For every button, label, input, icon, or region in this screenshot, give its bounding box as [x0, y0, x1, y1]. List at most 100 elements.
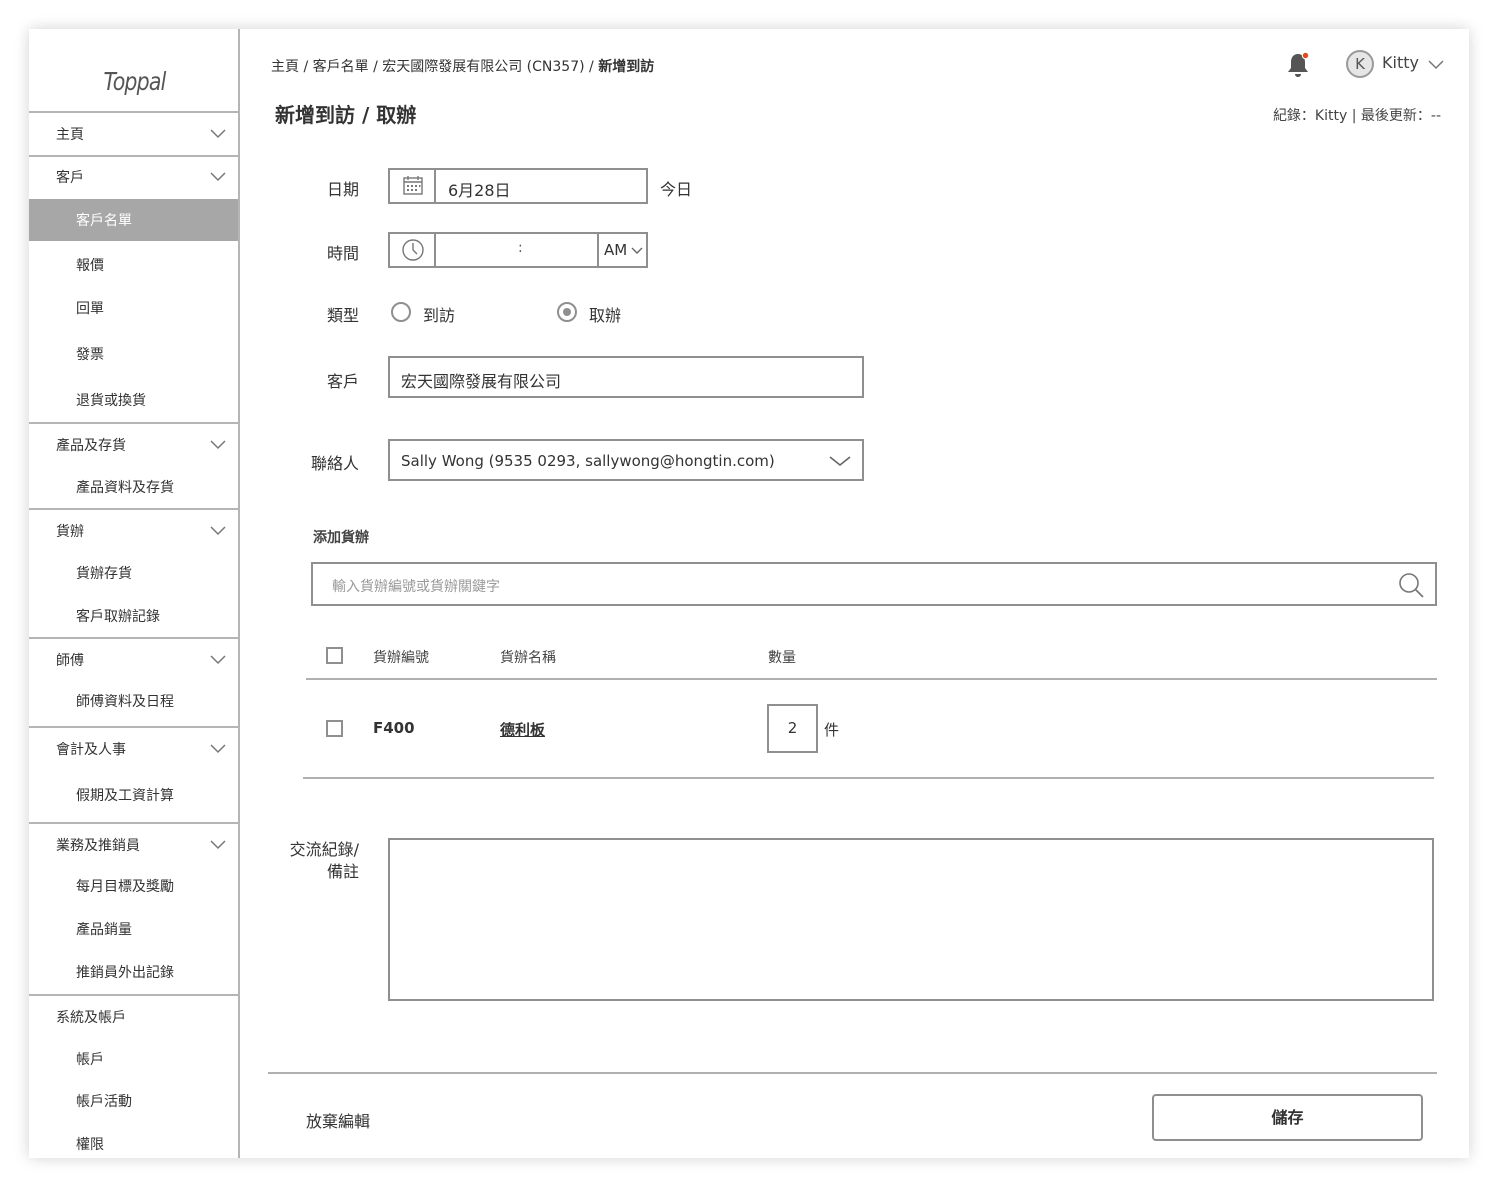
customer-field[interactable]: 宏天國際發展有限公司	[388, 356, 864, 398]
save-button[interactable]: 儲存	[1152, 1094, 1423, 1141]
sidebar-section-products[interactable]: 產品及存貨	[29, 424, 238, 467]
contact-value: Sally Wong (9535 0293, sallywong@hongtin…	[401, 452, 775, 470]
radio-visit[interactable]	[391, 302, 411, 322]
chevron-down-icon[interactable]	[1428, 56, 1444, 72]
sidebar-section-label: 系統及帳戶	[56, 1010, 126, 1026]
sidebar-section-label: 主頁	[56, 127, 84, 143]
clock-icon	[402, 239, 424, 261]
notes-textarea[interactable]	[388, 838, 1434, 1001]
sidebar-section-sales[interactable]: 業務及推銷員	[29, 824, 238, 867]
sidebar-item-label: 產品資料及存貨	[76, 480, 174, 496]
sidebar-section-goods[interactable]: 貨辦	[29, 510, 238, 553]
sidebar-item-customer-list[interactable]: 客戶名單	[29, 199, 238, 241]
sidebar-item-label: 假期及工資計算	[76, 788, 174, 804]
date-field[interactable]: 6月28日	[388, 168, 648, 204]
select-all-checkbox[interactable]	[326, 647, 343, 664]
breadcrumb-path[interactable]: 主頁 / 客戶名單 / 宏天國際發展有限公司 (CN357) /	[271, 59, 598, 75]
sidebar-item-label: 客戶名單	[76, 213, 132, 229]
ampm-select[interactable]: AM	[597, 234, 646, 266]
today-link[interactable]: 今日	[660, 176, 692, 200]
breadcrumb-current: 新增到訪	[598, 59, 655, 75]
quantity-unit: 件	[824, 721, 840, 739]
time-separator: :	[518, 240, 523, 256]
sidebar-item-label: 回單	[76, 301, 104, 317]
sidebar-section-system[interactable]: 系統及帳戶	[29, 996, 238, 1039]
sidebar-item-quotes[interactable]: 報價	[29, 244, 238, 284]
footer-divider	[268, 1072, 1437, 1074]
sidebar-section-label: 貨辦	[56, 524, 84, 540]
customer-value: 宏天國際發展有限公司	[401, 372, 562, 391]
row-product-link[interactable]: 德利板	[500, 719, 545, 740]
chevron-down-icon	[210, 440, 226, 450]
sidebar-item-permissions[interactable]: 權限	[29, 1123, 238, 1158]
sidebar-item-label: 師傅資料及日程	[76, 694, 174, 710]
sidebar-item-label: 帳戶活動	[76, 1094, 132, 1110]
radio-visit-label[interactable]: 到訪	[423, 302, 455, 326]
type-label: 類型	[327, 306, 360, 325]
sidebar-item-product-sales[interactable]: 產品銷量	[29, 908, 238, 948]
sidebar-item-label: 貨辦存貨	[76, 566, 132, 582]
sidebar-section-label: 產品及存貨	[56, 438, 126, 454]
time-field[interactable]: : AM	[388, 232, 648, 268]
sidebar-item-product-stock[interactable]: 產品資料及存貨	[29, 466, 238, 506]
sidebar-section-home[interactable]: 主頁	[29, 113, 238, 156]
sidebar-item-accounts[interactable]: 帳戶	[29, 1038, 238, 1078]
chevron-down-icon	[210, 744, 226, 754]
chevron-down-icon	[210, 655, 226, 665]
main-content: 主頁 / 客戶名單 / 宏天國際發展有限公司 (CN357) / 新增到訪 K …	[240, 29, 1469, 1158]
app-window: Toppal 主頁 客戶 客戶名單 報價 回單 發票 退貨或換貨 產品及存貨 產…	[29, 29, 1469, 1158]
sidebar-item-returns[interactable]: 退貨或換貨	[29, 379, 238, 419]
column-header-code: 貨辦編號	[373, 650, 429, 666]
sidebar-item-monthly-targets[interactable]: 每月目標及獎勵	[29, 865, 238, 905]
sidebar-item-salesman-trips[interactable]: 推銷員外出記錄	[29, 951, 238, 991]
logo: Toppal	[103, 67, 167, 96]
time-icon-cell[interactable]	[390, 234, 436, 266]
sidebar: Toppal 主頁 客戶 客戶名單 報價 回單 發票 退貨或換貨 產品及存貨 產…	[29, 29, 240, 1158]
page-title: 新增到訪 / 取辦	[275, 103, 417, 127]
sidebar-item-label: 客戶取辦記錄	[76, 609, 160, 625]
sidebar-item-label: 產品銷量	[76, 922, 132, 938]
sidebar-item-label: 推銷員外出記錄	[76, 965, 174, 981]
sidebar-item-technician-schedule[interactable]: 師傅資料及日程	[29, 680, 238, 720]
notes-label-line: 備註	[326, 862, 359, 881]
calendar-icon	[403, 176, 423, 195]
table-header-divider	[306, 678, 1437, 680]
sidebar-item-invoices[interactable]: 發票	[29, 333, 238, 373]
quantity-input[interactable]: 2	[767, 704, 818, 753]
record-meta: 紀錄：Kitty | 最後更新：--	[1272, 108, 1441, 124]
notes-label-line: 交流紀錄/	[289, 840, 359, 859]
radio-pickup-label[interactable]: 取辦	[589, 302, 621, 326]
date-value: 6月28日	[448, 181, 511, 200]
discard-button[interactable]: 放棄編輯	[306, 1108, 370, 1132]
notification-bell-icon[interactable]	[1284, 51, 1312, 79]
sidebar-item-label: 退貨或換貨	[76, 393, 146, 409]
sidebar-item-label: 發票	[76, 347, 104, 363]
sidebar-section-label: 客戶	[56, 170, 84, 186]
chevron-down-icon	[210, 129, 226, 139]
breadcrumb: 主頁 / 客戶名單 / 宏天國際發展有限公司 (CN357) / 新增到訪	[271, 56, 654, 76]
user-name[interactable]: Kitty	[1382, 53, 1419, 72]
sidebar-section-label: 師傅	[56, 653, 84, 669]
sidebar-section-technicians[interactable]: 師傅	[29, 639, 238, 682]
goods-search-input[interactable]: 輸入貨辦編號或貨辦關鍵字	[311, 562, 1437, 606]
sidebar-item-account-activity[interactable]: 帳戶活動	[29, 1080, 238, 1120]
search-placeholder: 輸入貨辦編號或貨辦關鍵字	[332, 579, 500, 595]
avatar[interactable]: K	[1346, 50, 1374, 78]
chevron-down-icon	[210, 526, 226, 536]
radio-pickup[interactable]	[557, 302, 577, 322]
sidebar-item-receipts[interactable]: 回單	[29, 287, 238, 327]
sidebar-item-goods-stock[interactable]: 貨辦存貨	[29, 552, 238, 592]
sidebar-item-leave-payroll[interactable]: 假期及工資計算	[29, 774, 238, 814]
sidebar-section-label: 會計及人事	[56, 742, 126, 758]
date-icon-cell[interactable]	[390, 170, 436, 202]
quantity-value: 2	[787, 719, 798, 737]
contact-select[interactable]: Sally Wong (9535 0293, sallywong@hongtin…	[388, 439, 864, 481]
sidebar-section-accounting[interactable]: 會計及人事	[29, 728, 238, 771]
row-checkbox[interactable]	[326, 720, 343, 737]
time-label: 時間	[327, 244, 360, 263]
sidebar-item-pickup-records[interactable]: 客戶取辦記錄	[29, 595, 238, 635]
date-label: 日期	[327, 180, 360, 199]
search-icon[interactable]	[1397, 571, 1425, 599]
sidebar-item-label: 每月目標及獎勵	[76, 879, 174, 895]
sidebar-section-customers[interactable]: 客戶	[29, 156, 238, 199]
